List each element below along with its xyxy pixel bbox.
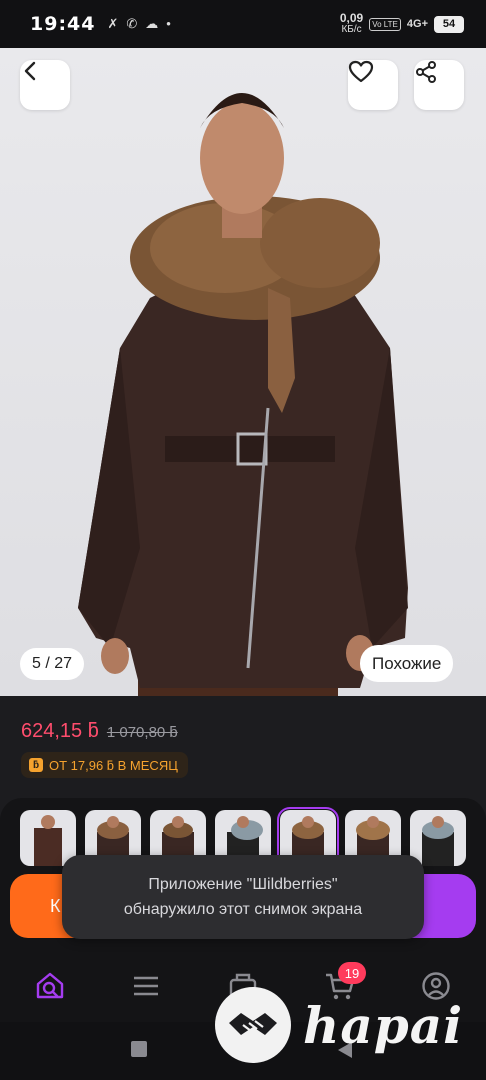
volte-icon: Vo LTE [369, 17, 401, 31]
network-type: 4G+ [406, 18, 428, 30]
installment-icon: ƃ [29, 758, 43, 772]
toast-line-1: Приложение "Шildberries" [148, 876, 338, 893]
speed-unit: КБ/с [341, 24, 362, 35]
toast-line-2: обнаружило этот снимок экрана [123, 901, 363, 918]
price-section: 624,15 ƃ 1 070,80 ƃ ƃ ОТ 17,96 ƃ В МЕСЯЦ [0, 696, 486, 798]
thumbnail[interactable] [410, 810, 466, 866]
similar-button[interactable]: Похожие [360, 645, 454, 682]
current-price: 624,15 ƃ [21, 720, 99, 742]
network-speed: 0,09 КБ/с [339, 11, 364, 35]
add-to-cart-label: К [50, 895, 61, 916]
cart-badge: 19 [338, 962, 366, 984]
battery-icon: 54 [434, 15, 464, 33]
chevron-left-icon [24, 61, 36, 81]
home-search-icon [36, 972, 64, 999]
square-icon [131, 1041, 147, 1057]
share-button[interactable] [414, 60, 464, 110]
installment-badge[interactable]: ƃ ОТ 17,96 ƃ В МЕСЯЦ [21, 752, 188, 778]
handshake-logo-icon [215, 987, 291, 1063]
thumbnail-image [422, 816, 454, 866]
menu-icon [134, 976, 158, 996]
missed-call-icon: ✗ [107, 16, 119, 31]
speed-value: 0,09 [339, 11, 364, 25]
share-icon [416, 61, 436, 83]
thumbnail-image [34, 815, 62, 866]
image-counter: 5 / 27 [20, 648, 85, 680]
nav-home[interactable] [30, 966, 70, 1006]
notification-icons: ✗ ✆ ☁ • [107, 16, 170, 32]
thumbnail[interactable] [20, 810, 76, 866]
cloud-icon: ☁ [145, 16, 159, 31]
watermark-text: hapai [303, 995, 464, 1055]
old-price: 1 070,80 ƃ [106, 724, 178, 741]
back-button[interactable] [20, 60, 70, 110]
status-bar: 19:44 ✗ ✆ ☁ • 0,09 КБ/с Vo LTE 4G+ 54 [0, 0, 486, 48]
handshake-icon [229, 1013, 277, 1035]
status-time: 19:44 [30, 13, 96, 35]
product-photo [78, 93, 408, 696]
watermark: hapai [215, 985, 485, 1065]
installment-text: ОТ 17,96 ƃ В МЕСЯЦ [49, 757, 178, 773]
heart-icon [348, 60, 374, 83]
nav-catalog[interactable] [126, 966, 166, 1006]
product-image[interactable]: 5 / 27 Похожие [0, 48, 486, 696]
price-row: 624,15 ƃ 1 070,80 ƃ [21, 720, 178, 743]
favorite-button[interactable] [348, 60, 398, 110]
recent-apps-button[interactable] [130, 1040, 148, 1063]
screenshot-toast: Приложение "Шildberries" обнаружило этот… [62, 855, 424, 939]
call-icon: ✆ [126, 16, 138, 31]
more-dots-icon: • [166, 16, 171, 31]
